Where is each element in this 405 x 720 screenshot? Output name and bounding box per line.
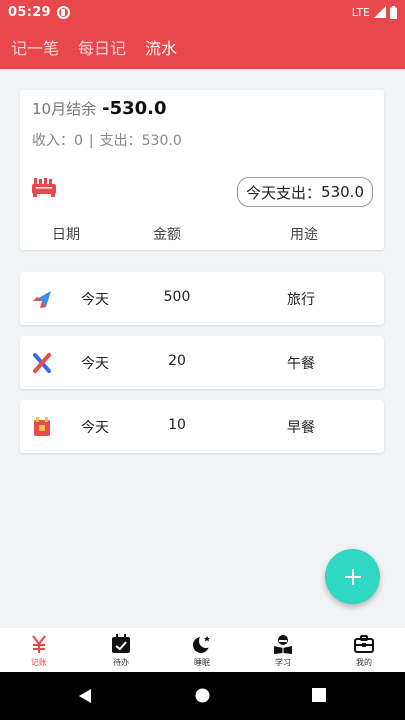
reading-icon bbox=[274, 635, 292, 654]
today-expense-value: 530.0 bbox=[321, 183, 364, 201]
tab-record[interactable]: 记一笔 bbox=[11, 35, 59, 59]
entry-usage: 旅行 bbox=[287, 292, 315, 308]
back-icon[interactable] bbox=[77, 688, 93, 704]
top-tab-bar: 记一笔 每日记 流水 bbox=[0, 24, 405, 69]
nav-item-mine[interactable]: 我的 bbox=[334, 628, 394, 672]
home-icon[interactable] bbox=[195, 688, 210, 703]
list-item[interactable]: 今天 10 早餐 bbox=[20, 400, 384, 453]
system-nav-bar bbox=[0, 672, 405, 720]
column-header: 日期 金额 用途 bbox=[20, 224, 384, 244]
balance-label: 10月结余 bbox=[32, 100, 97, 118]
list-item[interactable]: 今天 20 午餐 bbox=[20, 336, 384, 389]
expense-label: 支出： bbox=[99, 133, 142, 149]
nav-label: 睡眠 bbox=[194, 658, 210, 667]
nav-label: 待办 bbox=[113, 658, 129, 667]
today-expense-label: 今天支出： bbox=[246, 183, 322, 202]
nav-item-study[interactable]: 学习 bbox=[253, 628, 313, 672]
notification-icon bbox=[56, 5, 70, 19]
moon-icon bbox=[193, 634, 212, 653]
nav-item-todo[interactable]: 待办 bbox=[91, 628, 151, 672]
column-date: 日期 bbox=[52, 227, 80, 243]
nav-label: 记账 bbox=[31, 658, 47, 667]
list-item[interactable]: 今天 500 旅行 bbox=[20, 272, 384, 325]
entry-date: 今天 bbox=[81, 356, 109, 372]
income-expense-line: 收入：0 | 支出：530.0 bbox=[32, 130, 182, 150]
income-label: 收入： bbox=[32, 133, 74, 149]
entry-amount-text: 20 bbox=[168, 353, 186, 369]
balance-line: 10月结余 -530.0 bbox=[32, 98, 167, 119]
entry-amount-text: 500 bbox=[163, 289, 191, 305]
piggy-bank-icon[interactable] bbox=[31, 176, 57, 198]
bottom-nav: 记账 待办 睡眠 学习 我的 bbox=[0, 628, 405, 672]
entry-amount-text: 10 bbox=[168, 417, 186, 433]
nav-item-accounting[interactable]: 记账 bbox=[9, 628, 69, 672]
calendar-check-icon bbox=[112, 634, 130, 653]
column-amount: 金额 bbox=[153, 227, 181, 243]
network-label: LTE bbox=[351, 5, 370, 19]
bread-box-icon bbox=[34, 417, 50, 436]
airplane-icon bbox=[33, 291, 51, 308]
income-value: 0 bbox=[74, 133, 83, 149]
add-entry-button[interactable] bbox=[325, 549, 380, 604]
today-expense-badge: 今天支出： 530.0 bbox=[237, 177, 373, 207]
entry-usage: 午餐 bbox=[287, 356, 315, 372]
status-right: LTE bbox=[351, 5, 397, 19]
fork-knife-icon bbox=[33, 353, 51, 373]
status-time: 05:29 bbox=[8, 4, 51, 20]
entry-date: 今天 bbox=[81, 292, 109, 308]
column-usage: 用途 bbox=[290, 227, 318, 243]
nav-label: 我的 bbox=[356, 658, 372, 667]
briefcase-icon bbox=[354, 635, 374, 653]
tab-daily[interactable]: 每日记 bbox=[78, 35, 126, 59]
battery-icon bbox=[390, 5, 397, 19]
nav-item-sleep[interactable]: 睡眠 bbox=[172, 628, 232, 672]
plus-icon bbox=[344, 568, 361, 585]
entry-usage: 早餐 bbox=[287, 420, 315, 436]
tab-flow[interactable]: 流水 bbox=[145, 35, 177, 59]
yen-icon bbox=[32, 635, 46, 653]
separator: | bbox=[88, 133, 94, 149]
summary-card: 10月结余 -530.0 收入：0 | 支出：530.0 今天支出： 530.0 日期… bbox=[20, 90, 384, 250]
balance-value: -530.0 bbox=[102, 98, 167, 119]
signal-icon bbox=[374, 6, 386, 18]
nav-label: 学习 bbox=[275, 658, 291, 667]
expense-value: 530.0 bbox=[141, 133, 182, 149]
recents-icon[interactable] bbox=[312, 688, 326, 702]
status-bar: 05:29 LTE bbox=[0, 0, 405, 24]
entry-date: 今天 bbox=[81, 420, 109, 436]
